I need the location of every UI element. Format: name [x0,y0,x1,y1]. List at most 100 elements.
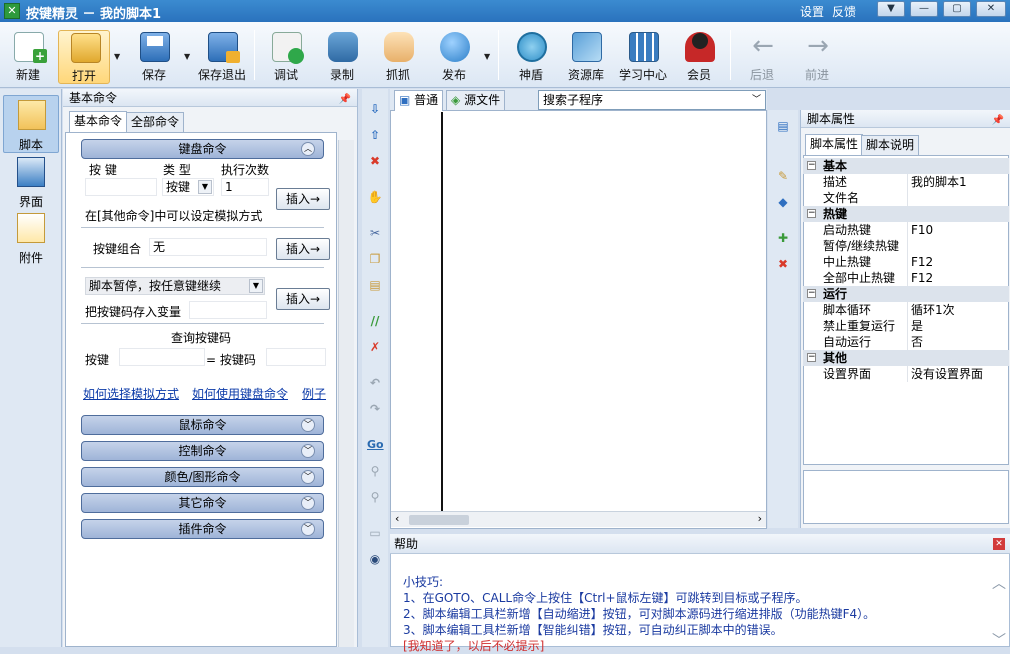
search-subroutine-select[interactable]: 搜索子程序 ﹀ [538,90,766,110]
property-row[interactable]: 描述 我的脚本1 [803,174,1009,190]
tab-source[interactable]: ◈ 源文件 [446,90,506,110]
view-eye-icon[interactable]: ◉ [367,551,383,567]
key-input[interactable] [85,178,157,196]
collapse-icon[interactable]: − [807,353,816,362]
dismiss-tip-link[interactable]: [我知道了，以后不必提示] [403,637,544,654]
query-key-input[interactable] [119,348,205,366]
type-select[interactable]: 按键 ▼ [162,178,214,196]
delete-icon[interactable]: ✖ [367,153,383,169]
record-button[interactable]: 录制 [316,30,368,84]
open-button[interactable]: 打开 [58,30,110,84]
control-command-group[interactable]: 控制命令 ﹀ [81,441,324,461]
editor-horizontal-scrollbar[interactable]: ‹ › [391,511,766,527]
nav-item-script[interactable]: 脚本 [3,95,59,153]
store-var-input[interactable] [189,301,267,319]
indent-icon[interactable]: ▭ [367,525,383,541]
member-button[interactable]: 会员 [673,30,725,84]
save-button[interactable]: 保存 [128,30,180,84]
color-image-command-group[interactable]: 颜色/图形命令 ﹀ [81,467,324,487]
pin-icon[interactable]: 📌 [339,91,351,109]
wrench-add-icon[interactable]: ✚ [775,230,791,246]
example-link[interactable]: 例子 [302,385,326,402]
chevron-down-icon[interactable]: ﹀ [301,496,315,510]
redo-icon[interactable]: ↷ [367,401,383,417]
property-value[interactable]: 否 [911,334,923,350]
goto-icon[interactable]: Go [367,437,384,453]
feedback-link[interactable]: 反馈 [832,3,856,20]
keyboard-command-group[interactable]: 键盘命令 ︿ [81,139,324,159]
wrench-remove-icon[interactable]: ✖ [775,256,791,272]
mouse-command-group[interactable]: 鼠标命令 ﹀ [81,415,324,435]
property-row[interactable]: 中止热键 F12 [803,254,1009,270]
menu-dropdown-button[interactable]: ▼ [877,1,905,17]
save-dropdown-icon[interactable]: ▼ [184,52,190,61]
count-input[interactable]: 1 [221,178,269,196]
property-value[interactable]: F10 [911,222,933,238]
close-icon[interactable]: ✕ [993,538,1005,550]
property-value[interactable]: F12 [911,270,933,286]
property-row[interactable]: 脚本循环 循环1次 [803,302,1009,318]
copy-icon[interactable]: ❐ [367,251,383,267]
property-row[interactable]: 设置界面 没有设置界面 [803,366,1009,382]
scroll-left-icon[interactable]: ‹ [395,512,399,525]
chevron-down-icon[interactable]: ▼ [198,180,212,194]
tab-script-description[interactable]: 脚本说明 [861,135,920,155]
plugin-command-group[interactable]: 插件命令 ﹀ [81,519,324,539]
publish-dropdown-icon[interactable]: ▼ [484,52,490,61]
scroll-down-icon[interactable]: ﹀ [992,630,1006,650]
tab-basic-commands[interactable]: 基本命令 [69,111,128,132]
other-command-group[interactable]: 其它命令 ﹀ [81,493,324,513]
undo-icon[interactable]: ↶ [367,375,383,391]
palette-icon[interactable]: ✎ [775,168,791,184]
property-category[interactable]: − 其他 [803,350,1009,366]
property-value[interactable]: F12 [911,254,933,270]
settings-link[interactable]: 设置 [800,3,824,20]
nav-item-attachment[interactable]: 附件 [3,209,59,267]
chevron-down-icon[interactable]: ﹀ [301,470,315,484]
how-to-choose-mode-link[interactable]: 如何选择模拟方式 [83,385,179,402]
property-row[interactable]: 文件名 [803,190,1009,206]
how-to-use-keyboard-link[interactable]: 如何使用键盘命令 [192,385,288,402]
maximize-button[interactable]: ▢ [943,1,971,17]
scroll-up-icon[interactable]: ︿ [992,573,1006,593]
scroll-right-icon[interactable]: › [758,512,762,525]
property-category[interactable]: − 运行 [803,286,1009,302]
cut-icon[interactable]: ✂ [367,225,383,241]
property-value[interactable]: 是 [911,318,923,334]
forward-button[interactable]: → 前进 [791,30,843,84]
debug-button[interactable]: 调试 [260,30,312,84]
property-row[interactable]: 暂停/继续热键 [803,238,1009,254]
minimize-button[interactable]: — [910,1,938,17]
property-value[interactable]: 我的脚本1 [911,174,967,190]
open-dropdown-icon[interactable]: ▼ [114,52,120,61]
pin-icon[interactable]: 📌 [992,112,1004,130]
paste-icon[interactable]: ▤ [367,277,383,293]
property-row[interactable]: 禁止重复运行 是 [803,318,1009,334]
move-up-icon[interactable]: ⇧ [367,127,383,143]
publish-button[interactable]: 发布 [428,30,480,84]
property-row[interactable]: 全部中止热键 F12 [803,270,1009,286]
property-row[interactable]: 自动运行 否 [803,334,1009,350]
chevron-down-icon[interactable]: ﹀ [752,91,761,109]
hand-icon[interactable]: ✋ [367,189,383,205]
chevron-down-icon[interactable]: ﹀ [301,522,315,536]
save-exit-button[interactable]: 保存退出 [196,30,248,84]
tab-script-properties[interactable]: 脚本属性 [805,134,864,155]
key-combo-input[interactable]: 无 [149,238,267,256]
properties-page-icon[interactable]: ▤ [775,118,791,134]
collapse-icon[interactable]: − [807,289,816,298]
resource-button[interactable]: 资源库 [560,30,612,84]
collapse-icon[interactable]: − [807,209,816,218]
script-editor[interactable] [390,89,767,529]
scroll-thumb[interactable] [409,515,469,525]
insert-key-button[interactable]: 插入→ [276,188,330,210]
replace-icon[interactable]: ⚲ [367,489,383,505]
brush-icon[interactable]: ◆ [775,194,791,210]
query-code-input[interactable] [266,348,326,366]
command-panel-scrollbar[interactable] [338,140,354,647]
nav-item-interface[interactable]: 界面 [3,153,59,211]
chevron-up-icon[interactable]: ︿ [301,142,315,156]
uncomment-icon[interactable]: ✗ [367,339,383,355]
chevron-down-icon[interactable]: ▼ [249,279,263,293]
grab-button[interactable]: 抓抓 [372,30,424,84]
